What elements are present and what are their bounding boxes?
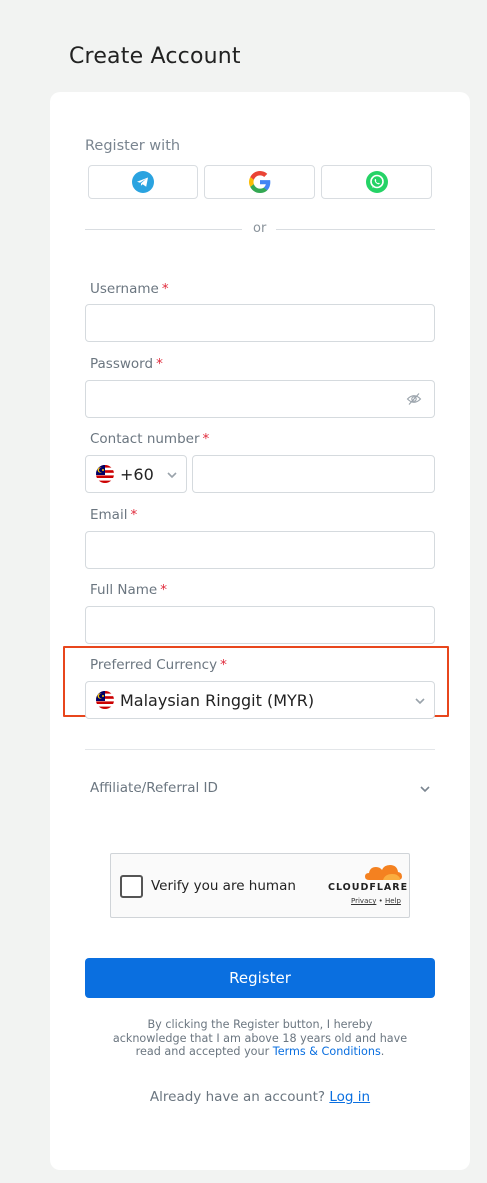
malaysia-flag-icon [96,465,114,483]
terms-link[interactable]: Terms & Conditions [273,1045,381,1058]
whatsapp-icon [365,171,388,193]
country-code-select[interactable]: +60 [85,455,187,493]
link-separator: • [378,897,383,905]
currency-select[interactable]: Malaysian Ringgit (MYR) [85,681,435,719]
privacy-link[interactable]: Privacy [351,897,376,905]
password-input[interactable] [85,380,435,418]
required-marker: * [161,281,169,297]
full-name-input[interactable] [85,606,435,644]
login-prompt-text: Already have an account? [149,1089,326,1105]
disclaimer: By clicking the Register button, I hereb… [110,1018,410,1059]
required-marker: * [202,431,210,447]
malaysia-flag-icon [96,691,114,709]
full-name-label: Full Name * [90,582,167,598]
whatsapp-login-button[interactable] [321,165,432,199]
contact-label-text: Contact number [90,431,200,447]
cloudflare-logo-icon [365,865,402,880]
email-label: Email * [90,507,137,523]
telegram-login-button[interactable] [88,165,198,199]
register-card: Register with or Username * Password * C… [50,92,470,1170]
required-marker: * [156,356,163,372]
username-input[interactable] [85,304,435,342]
register-with-label: Register with [85,138,181,154]
country-code-value: +60 [120,464,154,484]
required-marker: * [220,657,227,673]
eye-off-icon[interactable] [406,391,422,407]
register-button[interactable]: Register [85,958,435,998]
affiliate-divider [85,749,435,750]
required-marker: * [160,582,167,598]
login-prompt: Already have an account? Log in [50,1089,470,1105]
affiliate-toggle[interactable]: Affiliate/Referral ID [90,780,218,796]
full-name-label-text: Full Name [90,582,158,598]
currency-value: Malaysian Ringgit (MYR) [120,690,315,710]
google-icon [248,171,270,193]
username-label: Username * [90,281,169,297]
captcha-label: Verify you are human [151,878,296,894]
required-marker: * [130,507,138,523]
help-link[interactable]: Help [385,897,401,905]
login-link[interactable]: Log in [329,1089,370,1105]
currency-label: Preferred Currency * [90,657,227,673]
currency-label-text: Preferred Currency [90,657,218,673]
username-label-text: Username [90,281,159,297]
email-label-text: Email [90,507,128,523]
or-label: or [253,221,267,236]
chevron-down-icon[interactable] [418,782,432,796]
password-label-text: Password [90,356,154,372]
cloudflare-brand: CLOUDFLARE [328,882,409,893]
contact-label: Contact number * [90,431,209,447]
telegram-icon [132,171,154,193]
divider-left [85,229,242,230]
divider-right [276,229,435,230]
chevron-down-icon [415,698,425,705]
google-login-button[interactable] [204,165,315,199]
captcha-checkbox[interactable] [120,875,143,898]
captcha-links: Privacy • Help [351,897,401,905]
email-input[interactable] [85,531,435,569]
phone-number-input[interactable] [192,455,435,493]
password-label: Password * [90,356,163,372]
chevron-down-icon [167,472,177,479]
page-title: Create Account [69,44,241,69]
captcha-widget: Verify you are human CLOUDFLARE Privacy … [110,853,410,918]
disclaimer-period: . [380,1045,385,1058]
